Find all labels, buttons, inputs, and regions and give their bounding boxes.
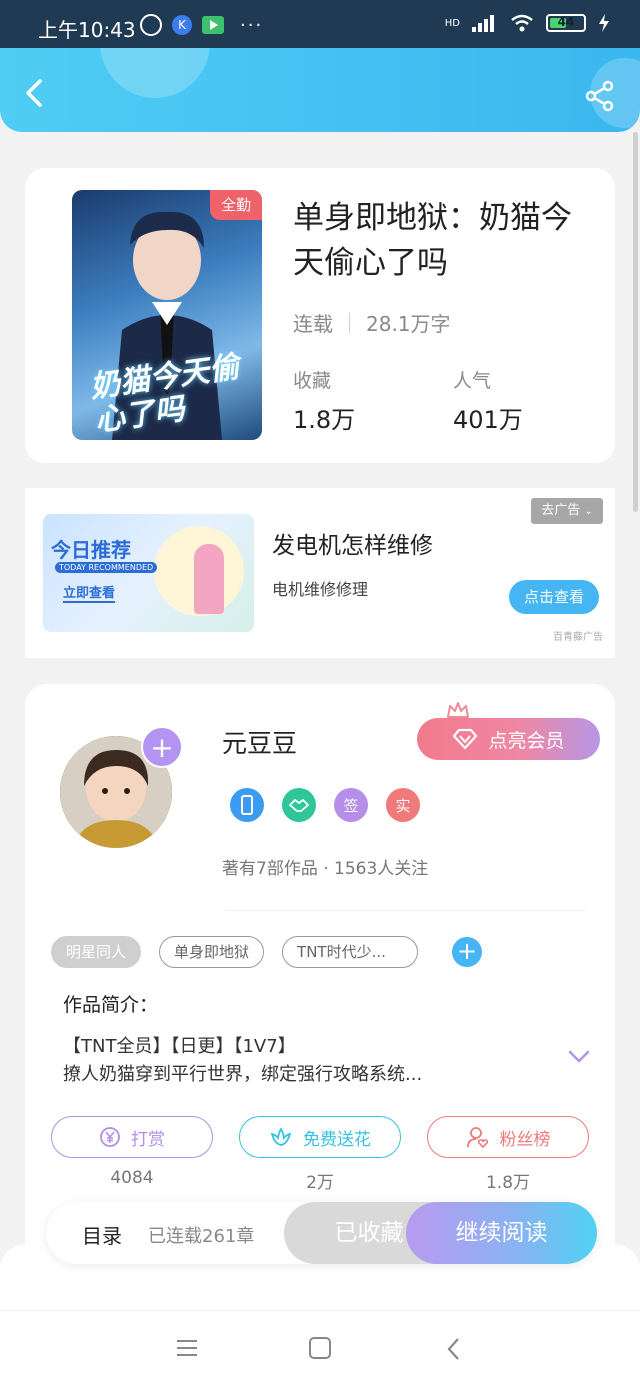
status-system-icons: HD 44 (445, 14, 610, 32)
recent-apps-menu-icon[interactable] (176, 1339, 198, 1357)
system-back-icon[interactable] (446, 1337, 462, 1361)
ad-description: 电机维修修理 (272, 580, 369, 599)
verified-badge-icon[interactable]: 实 (386, 788, 420, 822)
fan-ranking-label: 粉丝榜 (499, 1129, 551, 1150)
fan-ranking-button[interactable]: 粉丝榜 (427, 1116, 589, 1158)
tag-list: 明星同人 单身即地狱 TNT时代少... + (51, 936, 483, 968)
tip-count: 4084 (110, 1168, 154, 1188)
vip-button-label: 点亮会员 (488, 729, 565, 752)
back-button[interactable] (22, 78, 48, 108)
book-word-count: 28.1万字 (366, 312, 451, 336)
tip-button[interactable]: 打赏 (51, 1116, 213, 1158)
diamond-icon (453, 728, 478, 750)
signal-icon (472, 14, 498, 32)
send-flower-button[interactable]: 免费送花 (239, 1116, 401, 1158)
more-notifications-icon: ··· (240, 14, 264, 36)
k-app-icon: K (172, 15, 192, 35)
book-title: 单身即地狱：奶猫今天偷心了吗 (293, 200, 572, 281)
continue-reading-button[interactable]: 继续阅读 (406, 1202, 597, 1264)
book-info-card: 奶猫今天偷心了吗 全勤 单身即地狱：奶猫今天偷心了吗 连载 28.1万字 收藏 … (25, 168, 615, 463)
hd-label: HD (444, 17, 460, 29)
ad-title: 发电机怎样维修 (272, 533, 433, 559)
send-flower-label: 免费送花 (303, 1129, 371, 1150)
favorites-value: 1.8万 (293, 406, 356, 434)
book-cover[interactable]: 奶猫今天偷心了吗 全勤 (72, 190, 262, 440)
status-notification-icons: K ··· (140, 14, 263, 36)
video-app-icon (202, 16, 224, 34)
ad-banner-image[interactable]: 今日推荐 TODAY RECOMMENDED 立即查看 (43, 514, 254, 632)
popularity-value: 401万 (453, 406, 523, 434)
handshake-badge-icon[interactable] (282, 788, 316, 822)
share-button[interactable] (584, 80, 616, 112)
tag-chip[interactable]: 明星同人 (51, 936, 142, 968)
remove-ad-button[interactable]: 去广告 ⌄ (531, 498, 603, 524)
chevron-down-icon: ⌄ (584, 506, 593, 517)
popularity-label: 人气 (453, 370, 492, 392)
battery-icon: 44 (546, 14, 586, 32)
banner-girl-illustration (194, 544, 224, 614)
author-stats: 著有7部作品 · 1563人关注 (222, 859, 429, 879)
phone-badge-icon[interactable] (230, 788, 264, 822)
section-divider (225, 910, 585, 911)
wifi-icon (511, 14, 533, 32)
author-badges: 签 实 (230, 788, 420, 822)
ad-card[interactable]: 今日推荐 TODAY RECOMMENDED 立即查看 去广告 ⌄ 发电机怎样维… (25, 488, 615, 658)
home-button-icon[interactable] (309, 1337, 331, 1359)
ad-banner-subtitle: TODAY RECOMMENDED (55, 562, 158, 573)
ad-source-label: 百青藤广告 (553, 632, 603, 643)
intro-title: 作品简介： (63, 994, 159, 1016)
follow-author-button[interactable]: + (141, 726, 183, 768)
intro-text-line: 撩人奶猫穿到平行世界，绑定强行攻略系统... (63, 1064, 423, 1085)
expand-intro-chevron-icon[interactable] (567, 1048, 591, 1064)
ad-banner-cta: 立即查看 (63, 582, 116, 603)
crown-icon (447, 702, 469, 718)
table-of-contents-button[interactable]: 目录 (82, 1220, 122, 1249)
alarm-icon (140, 14, 162, 36)
tag-chip[interactable]: 单身即地狱 (159, 936, 265, 968)
ad-banner-title: 今日推荐 (51, 538, 131, 562)
flower-icon (270, 1127, 292, 1146)
system-navigation-bar (0, 1310, 640, 1387)
add-tag-button[interactable]: + (452, 937, 483, 967)
status-bar: 上午10:43 K ··· HD 44 (0, 0, 640, 48)
page-header (0, 48, 640, 132)
activate-vip-button[interactable]: 点亮会员 (417, 718, 600, 760)
fan-rank-icon (466, 1127, 488, 1149)
author-card: + 元豆豆 点亮会员 签 实 著有7部作品 · 1563人关注 明星同人 单身即… (25, 684, 615, 1284)
tip-button-label: 打赏 (131, 1129, 165, 1150)
author-name[interactable]: 元豆豆 (222, 724, 297, 760)
ad-view-button[interactable]: 点击查看 (509, 580, 599, 614)
tag-chip[interactable]: TNT时代少... (282, 936, 419, 968)
bottom-action-bar: 目录 已连载261章 已收藏 继续阅读 (46, 1202, 597, 1264)
signed-badge-icon[interactable]: 签 (334, 788, 368, 822)
flower-count: 2万 (306, 1173, 334, 1193)
favorites-label: 收藏 (293, 370, 332, 392)
meta-divider (349, 312, 350, 333)
battery-level: 44 (557, 15, 575, 29)
chapter-count: 已连载261章 (148, 1226, 255, 1247)
remove-ad-label: 去广告 (541, 503, 581, 518)
intro-text-line: 【TNT全员】【日更】【1V7】 (63, 1036, 296, 1057)
status-time: 上午10:43 (38, 18, 136, 42)
charging-icon (599, 14, 609, 32)
book-status: 连载 (293, 312, 333, 336)
book-meta: 连载 28.1万字 (293, 308, 451, 337)
full-attendance-badge: 全勤 (210, 190, 262, 220)
scrollbar[interactable] (633, 132, 638, 512)
fan-count: 1.8万 (485, 1173, 531, 1193)
yen-icon (100, 1127, 120, 1147)
